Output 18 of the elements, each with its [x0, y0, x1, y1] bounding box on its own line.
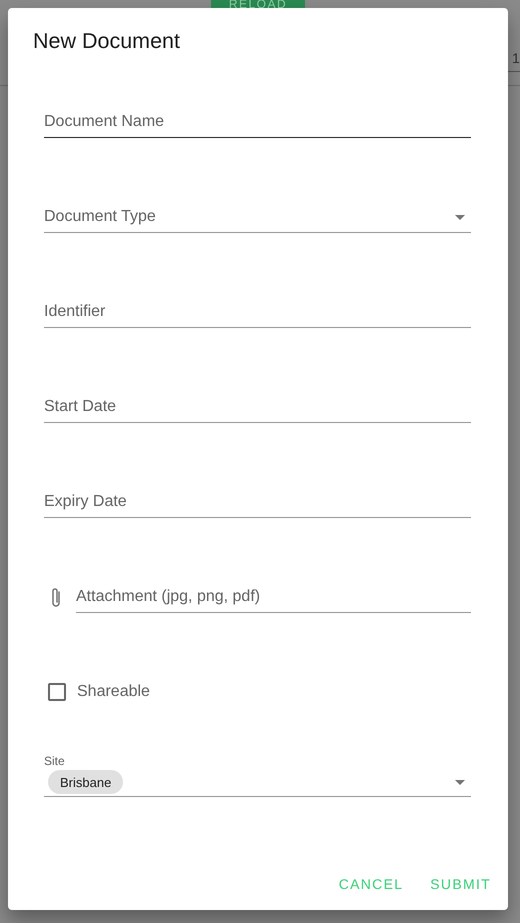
dialog-action[interactable]: CANCEL: [330, 866, 412, 902]
dropdown-caret-icon[interactable]: [455, 215, 465, 220]
input-field[interactable]: Expiry Date: [44, 487, 471, 518]
dialog-title: New Document: [33, 28, 180, 54]
input-field[interactable]: Attachment (jpg, png, pdf): [76, 582, 471, 613]
input-field[interactable]: Start Date: [44, 392, 471, 423]
select-field[interactable]: Document Type: [44, 202, 471, 233]
field-label: Site: [44, 754, 65, 768]
input-field[interactable]: Document Name: [44, 107, 471, 138]
chip[interactable]: Brisbane: [48, 770, 124, 794]
dialog-action[interactable]: SUBMIT: [422, 866, 499, 902]
paperclip-icon[interactable]: [50, 586, 62, 608]
table-cell: 1: [512, 50, 520, 66]
dropdown-caret-icon[interactable]: [455, 780, 465, 784]
checkbox[interactable]: [48, 683, 66, 701]
checkbox-label: Shareable: [77, 683, 150, 701]
select-field[interactable]: Brisbane: [44, 768, 471, 797]
input-field[interactable]: Identifier: [44, 297, 471, 328]
